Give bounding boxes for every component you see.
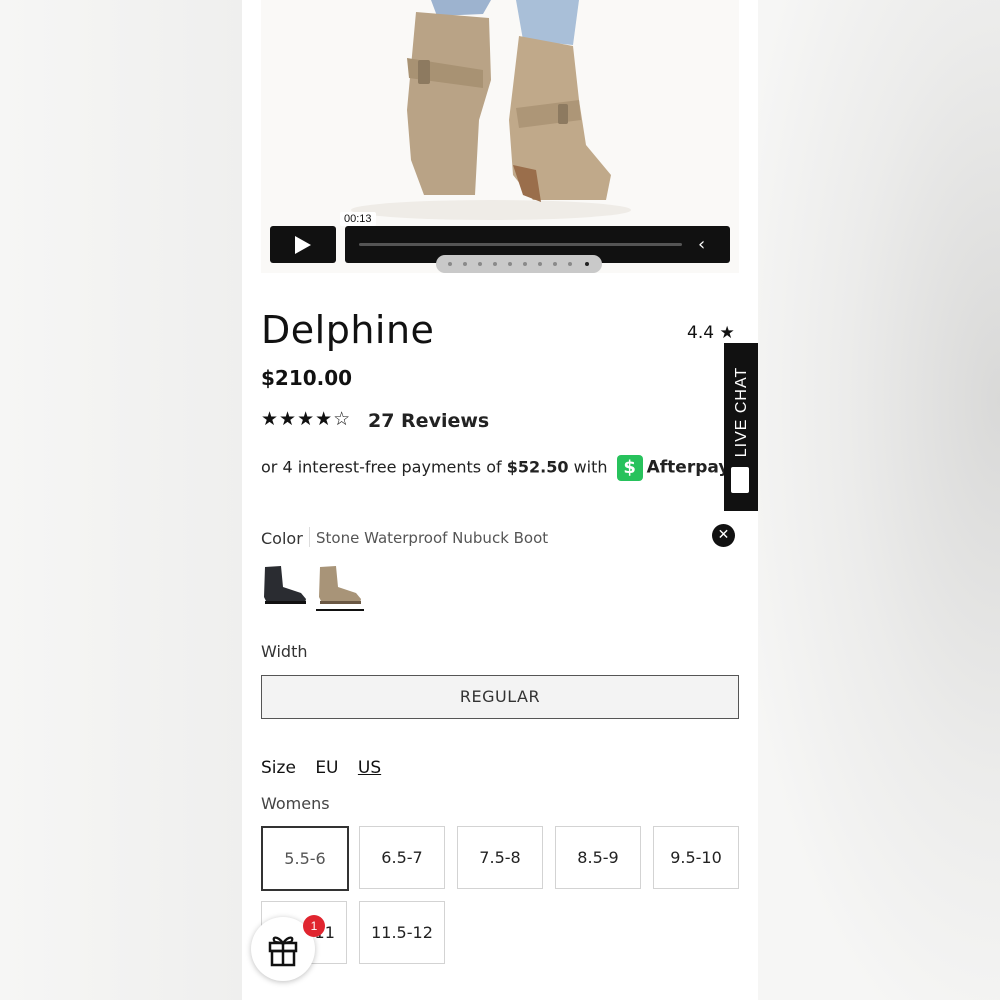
size-option[interactable]: 6.5-7 [359, 826, 445, 889]
carousel-dot[interactable] [538, 262, 542, 266]
carousel-dot[interactable] [493, 262, 497, 266]
size-option[interactable]: 7.5-8 [457, 826, 543, 889]
width-label: Width [261, 642, 308, 661]
background-left [0, 0, 242, 1000]
afterpay-brand: Afterpay [646, 457, 730, 478]
size-system-toggle: Size EU US [261, 758, 395, 778]
reviews-link[interactable]: 27 Reviews [368, 410, 489, 432]
notification-badge: 1 [303, 915, 325, 937]
black-boot-thumbnail [264, 566, 306, 604]
color-label: Color [261, 529, 303, 548]
size-system-us[interactable]: US [358, 758, 381, 778]
product-price: $210.00 [261, 366, 353, 390]
chat-icon [731, 467, 749, 493]
close-icon[interactable]: ✕ [712, 524, 735, 547]
color-swatch-black[interactable] [261, 561, 309, 609]
chevron-left-icon[interactable]: ‹ [698, 234, 705, 255]
video-timestamp: 00:13 [340, 212, 376, 226]
carousel-dot[interactable] [568, 262, 572, 266]
carousel-dot[interactable] [508, 262, 512, 266]
size-system-eu[interactable]: EU [315, 758, 338, 778]
carousel-dot-active[interactable] [585, 262, 589, 266]
afterpay-with: with [573, 457, 608, 477]
size-option[interactable]: 11.5-12 [359, 901, 445, 964]
star-rating: ★★★★☆ [261, 408, 352, 430]
size-option[interactable]: 9.5-10 [653, 826, 739, 889]
stone-boot-thumbnail [319, 566, 361, 604]
color-value: Stone Waterproof Nubuck Boot [316, 529, 549, 547]
size-option[interactable]: 8.5-9 [555, 826, 641, 889]
afterpay-amount: $52.50 [506, 457, 569, 477]
divider [309, 527, 310, 547]
carousel-dot[interactable] [523, 262, 527, 266]
size-option[interactable]: 5.5-6 [261, 826, 349, 891]
size-group-label: Womens [261, 794, 330, 813]
carousel-dot[interactable] [478, 262, 482, 266]
gift-button[interactable]: 1 [251, 915, 325, 981]
size-label: Size [261, 758, 296, 778]
afterpay-prefix: or 4 interest-free payments of [261, 457, 502, 477]
play-icon [295, 236, 311, 254]
play-button[interactable] [270, 226, 336, 263]
width-option-regular[interactable]: REGULAR [261, 675, 739, 719]
product-page: 00:13 ‹ Delphine 4.4 ★ $210.00 ★★★★☆ 27 … [242, 0, 758, 1000]
carousel-pagination[interactable] [436, 255, 602, 273]
color-swatch-stone[interactable] [316, 561, 364, 611]
carousel-dot[interactable] [463, 262, 467, 266]
carousel-dot[interactable] [553, 262, 557, 266]
afterpay-logo-icon: $ [616, 455, 643, 481]
live-chat-label: LIVE CHAT [733, 366, 750, 458]
afterpay-message: or 4 interest-free payments of $52.50 wi… [261, 455, 749, 481]
product-video[interactable]: 00:13 ‹ [261, 0, 739, 273]
progress-track[interactable] [359, 243, 682, 246]
live-chat-tab[interactable]: LIVE CHAT [724, 343, 758, 511]
carousel-dot[interactable] [448, 262, 452, 266]
rating-summary: 4.4 ★ [687, 323, 735, 343]
background-right [758, 0, 1000, 1000]
product-title: Delphine [261, 308, 435, 352]
